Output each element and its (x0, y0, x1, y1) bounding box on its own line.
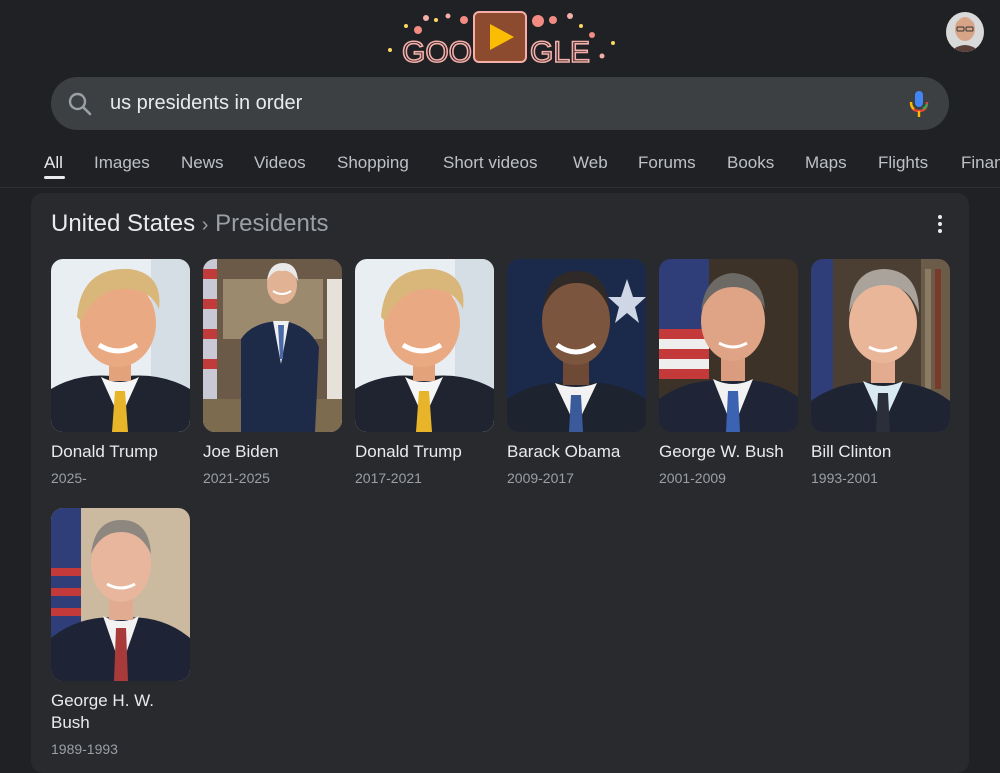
president-portrait[interactable] (51, 508, 190, 681)
svg-text:GLE: GLE (530, 36, 590, 68)
president-portrait[interactable] (51, 259, 190, 432)
breadcrumb: United States › Presidents (51, 209, 329, 240)
president-portrait[interactable] (811, 259, 950, 432)
president-name[interactable]: George W. Bush (659, 441, 798, 463)
president-name[interactable]: George H. W. Bush (51, 690, 190, 734)
account-avatar[interactable] (946, 12, 984, 52)
tab-shopping[interactable]: Shopping (337, 152, 409, 174)
header-divider (0, 187, 1000, 188)
search-input[interactable]: us presidents in order (110, 92, 302, 114)
tab-images[interactable]: Images (94, 152, 150, 174)
president-term: 1989-1993 (51, 741, 118, 757)
president-term: 2001-2009 (659, 470, 726, 486)
president-portrait[interactable] (659, 259, 798, 432)
svg-text:GOO: GOO (402, 36, 472, 68)
breadcrumb-root[interactable]: United States (51, 210, 195, 237)
president-name[interactable]: Barack Obama (507, 441, 646, 463)
tab-short-videos[interactable]: Short videos (443, 152, 538, 174)
president-name[interactable]: Bill Clinton (811, 441, 950, 463)
search-box[interactable]: us presidents in order (51, 77, 949, 130)
google-doodle-logo[interactable]: GOO GLE (378, 8, 622, 68)
president-card[interactable]: George H. W. Bush 1989-1993 (51, 508, 190, 758)
president-card[interactable]: George W. Bush 2001-2009 (659, 259, 798, 487)
tab-videos[interactable]: Videos (254, 152, 306, 174)
president-card[interactable]: Joe Biden 2021-2025 (203, 259, 342, 487)
president-term: 1993-2001 (811, 470, 878, 486)
tab-flights[interactable]: Flights (878, 152, 928, 174)
president-portrait[interactable] (203, 259, 342, 432)
tab-all[interactable]: All (44, 152, 63, 174)
tab-web[interactable]: Web (573, 152, 608, 174)
tab-forums[interactable]: Forums (638, 152, 696, 174)
president-name[interactable]: Donald Trump (355, 441, 494, 463)
president-term: 2025- (51, 470, 87, 486)
search-tabs: All Images News Videos Shopping Short vi… (0, 150, 1000, 188)
more-options-icon[interactable] (931, 213, 949, 235)
president-term: 2021-2025 (203, 470, 270, 486)
president-card[interactable]: Barack Obama 2009-2017 (507, 259, 646, 487)
tab-maps[interactable]: Maps (805, 152, 847, 174)
president-card[interactable]: Donald Trump 2017-2021 (355, 259, 494, 487)
president-portrait[interactable] (355, 259, 494, 432)
breadcrumb-current: Presidents (215, 210, 329, 237)
header: GOO GLE us presidents in order All Image… (0, 0, 1000, 188)
breadcrumb-separator: › (201, 214, 209, 236)
tab-news[interactable]: News (181, 152, 224, 174)
president-name[interactable]: Joe Biden (203, 441, 342, 463)
president-card[interactable]: Bill Clinton 1993-2001 (811, 259, 950, 487)
search-icon[interactable] (67, 91, 93, 117)
president-name[interactable]: Donald Trump (51, 441, 190, 463)
tab-finance[interactable]: Finance (961, 152, 1000, 174)
tab-books[interactable]: Books (727, 152, 774, 174)
president-card[interactable]: Donald Trump 2025- (51, 259, 190, 487)
active-tab-indicator (44, 176, 65, 179)
president-term: 2017-2021 (355, 470, 422, 486)
president-term: 2009-2017 (507, 470, 574, 486)
president-portrait[interactable] (507, 259, 646, 432)
microphone-icon[interactable] (909, 90, 929, 118)
knowledge-panel: United States › Presidents Donald Trump … (31, 193, 969, 773)
